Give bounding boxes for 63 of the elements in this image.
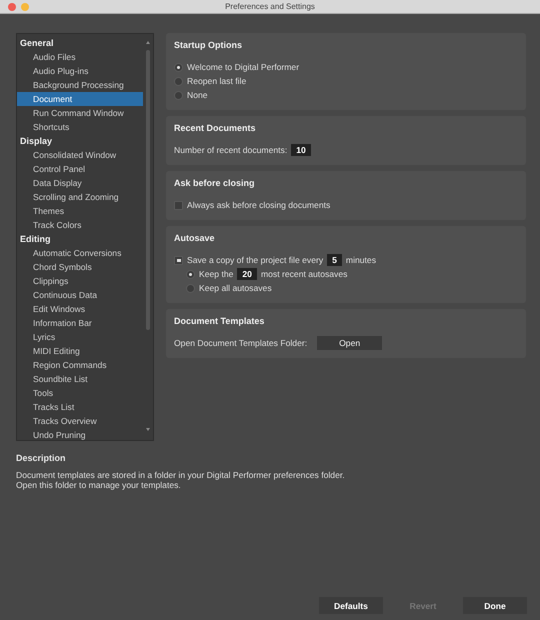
footer-button[interactable]: Done [463, 597, 527, 614]
sidebar-item[interactable]: Shortcuts [17, 120, 143, 134]
option-label: minutes [346, 255, 376, 265]
description-heading: Description [16, 453, 67, 463]
sidebar-item[interactable]: Audio Files [17, 50, 143, 64]
close-button[interactable] [8, 3, 16, 11]
sidebar-item[interactable]: Tracks Overview [17, 414, 143, 428]
sidebar-heading: Display [19, 135, 54, 148]
minimize-button[interactable] [21, 3, 29, 11]
section-heading: Startup Options [174, 40, 243, 50]
sidebar-item[interactable]: Soundbite List [17, 372, 143, 386]
footer-button[interactable]: Defaults [319, 597, 383, 614]
sidebar-item[interactable]: Scrolling and Zooming [17, 190, 143, 204]
sidebar-item[interactable]: Information Bar [17, 316, 143, 330]
option-label: Welcome to Digital Performer [187, 62, 300, 72]
option-label: Save a copy of the project file every [187, 255, 324, 265]
radio-button[interactable] [174, 62, 183, 72]
sidebar-item[interactable]: Region Commands [17, 358, 143, 372]
option-label: Always ask before closing documents [187, 200, 330, 210]
sidebar-item[interactable]: Background Processing [17, 78, 143, 92]
sidebar-item[interactable]: Undo Pruning [17, 428, 143, 442]
sidebar-item[interactable]: Document [17, 92, 143, 106]
sidebar-item[interactable]: Chord Symbols [17, 260, 143, 274]
description-text: Document templates are stored in a folder in your Digital Performer preferences folder. Open this folder to manage your templates. [16, 470, 346, 490]
number-field[interactable]: 5 [327, 254, 342, 266]
option-label: Open Document Templates Folder: [174, 338, 308, 348]
option-label: Reopen last file [187, 76, 246, 86]
radio-button[interactable] [186, 284, 195, 292]
sidebar-item[interactable]: Tools [17, 386, 143, 400]
option-label: Keep all autosaves [199, 283, 272, 293]
checkbox[interactable] [174, 256, 183, 264]
sidebar-item[interactable]: Tracks List [17, 400, 143, 414]
sidebar-item[interactable]: MIDI Editing [17, 344, 143, 358]
sidebar-item[interactable]: Clippings [17, 274, 143, 288]
sidebar-item[interactable]: Consolidated Window [17, 148, 143, 162]
section-heading: Document Templates [174, 316, 266, 326]
radio-button[interactable] [174, 76, 183, 86]
option-label: most recent autosaves [260, 269, 348, 279]
sidebar-item[interactable]: Edit Windows [17, 302, 143, 316]
window-title: Preferences and Settings [225, 2, 315, 11]
sidebar-item[interactable]: Audio Plug-ins [17, 64, 143, 78]
sidebar-item[interactable]: Continuous Data [17, 288, 143, 302]
option-label: None [187, 90, 208, 100]
sidebar-heading: General [19, 37, 55, 50]
section-heading: Ask before closing [174, 178, 256, 188]
checkbox[interactable] [174, 200, 183, 210]
sidebar-item[interactable]: Track Colors [17, 218, 143, 232]
sidebar-item[interactable]: Data Display [17, 176, 143, 190]
sidebar-item[interactable]: Automatic Conversions [17, 246, 143, 260]
section-heading: Autosave [174, 233, 216, 243]
number-field[interactable]: 10 [291, 144, 311, 156]
sidebar-heading: Editing [19, 233, 52, 246]
sidebar-item[interactable]: Themes [17, 204, 143, 218]
section-heading: Recent Documents [174, 123, 257, 133]
sidebar-item[interactable]: Control Panel [17, 162, 143, 176]
sidebar-item[interactable]: Run Command Window [17, 106, 143, 120]
radio-button[interactable] [174, 90, 183, 100]
number-field[interactable]: 20 [237, 268, 257, 280]
open-button[interactable]: Open [317, 336, 382, 350]
option-label: Number of recent documents: [174, 145, 288, 155]
option-label: Keep the [199, 269, 234, 279]
radio-button[interactable] [186, 270, 195, 278]
sidebar-item[interactable]: Lyrics [17, 330, 143, 344]
